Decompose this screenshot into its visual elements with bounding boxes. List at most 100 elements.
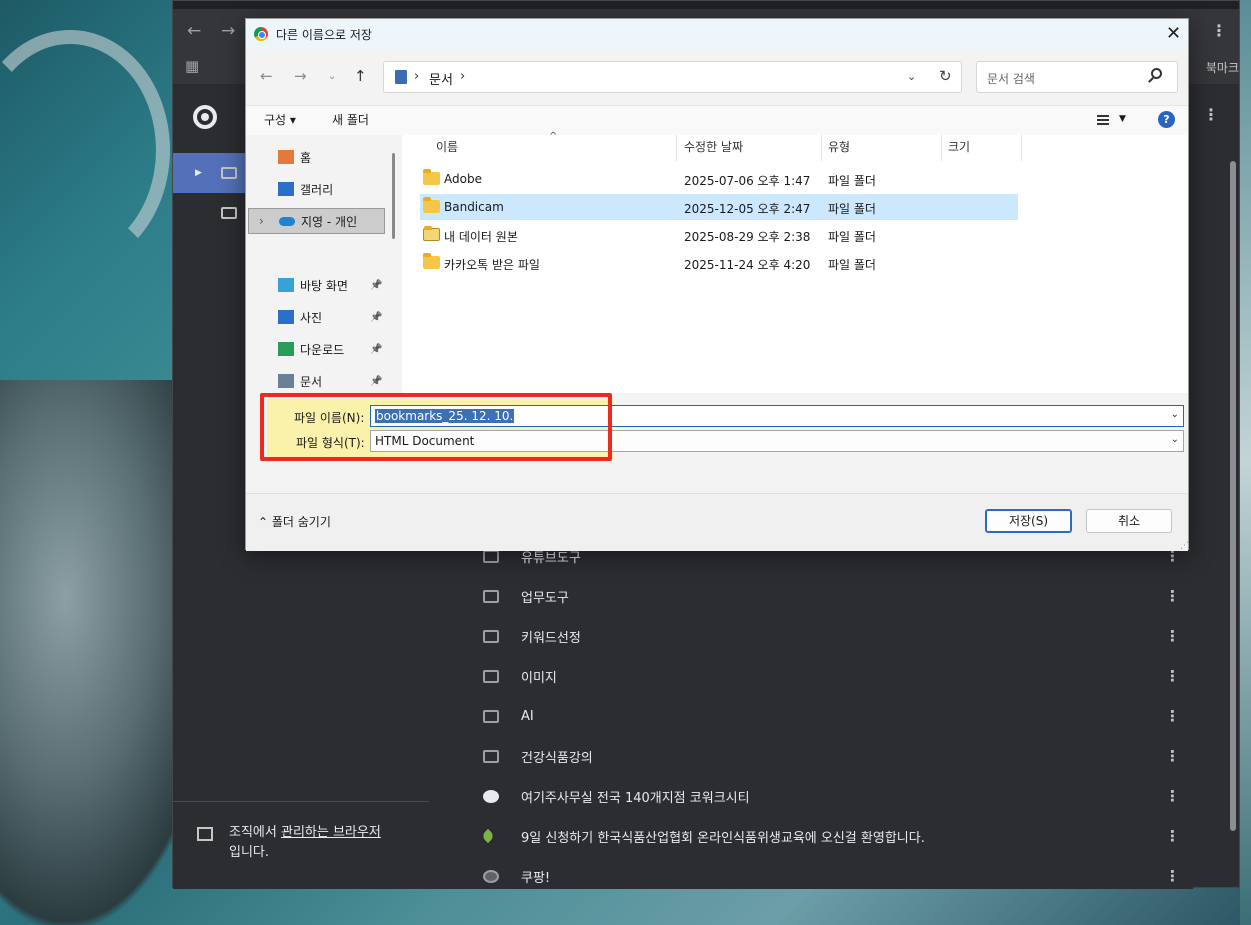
more-actions-icon[interactable]: ⋮ xyxy=(1165,667,1180,685)
bookmark-row[interactable]: 건강식품강의 ⋮ xyxy=(461,736,1193,776)
chrome-menu-icon[interactable]: ⋮ xyxy=(1211,21,1227,40)
bookmark-row[interactable]: AI ⋮ xyxy=(461,696,1193,736)
address-bar[interactable]: › 문서 › ⌄ ↻ xyxy=(383,61,962,93)
search-icon[interactable] xyxy=(1151,68,1162,79)
filename-dropdown-icon[interactable]: ⌄ xyxy=(1171,409,1179,420)
hide-folders-toggle[interactable]: ⌃ 폴더 숨기기 xyxy=(258,513,331,530)
nav-item[interactable]: › 지영 - 개인 xyxy=(248,208,385,234)
org-text-prefix: 조직에서 xyxy=(229,825,281,840)
help-icon[interactable]: ? xyxy=(1158,111,1175,128)
file-type: 파일 폴더 xyxy=(828,202,876,216)
up-arrow-icon[interactable]: ↑ xyxy=(354,67,367,85)
organize-button[interactable]: 구성 ▾ xyxy=(264,111,296,128)
chrome-app-icon xyxy=(254,27,268,41)
pin-icon[interactable]: 📌 xyxy=(370,312,382,323)
file-type: 파일 폴더 xyxy=(828,174,876,188)
file-row[interactable]: 내 데이터 원본 2025-08-29 오후 2:38 파일 폴더 xyxy=(420,222,1018,248)
recent-locations-icon[interactable]: ⌄ xyxy=(328,71,336,82)
bookmark-row[interactable]: 여기주사무실 전국 140개지점 코워크시티 ⋮ xyxy=(461,776,1193,816)
more-actions-icon[interactable]: ⋮ xyxy=(1165,627,1180,645)
refresh-icon[interactable]: ↻ xyxy=(939,67,952,85)
folder-icon xyxy=(483,669,499,683)
more-actions-icon[interactable]: ⋮ xyxy=(1165,867,1180,885)
address-dropdown-icon[interactable]: ⌄ xyxy=(907,70,916,83)
pin-icon[interactable]: 📌 xyxy=(370,344,382,355)
managed-browser-notice: 조직에서 관리하는 브라우저 입니다. xyxy=(197,823,437,863)
new-folder-button[interactable]: 새 폴더 xyxy=(332,111,369,128)
globe-icon xyxy=(483,869,499,883)
file-type: 파일 폴더 xyxy=(828,230,876,244)
back-icon[interactable]: ← xyxy=(187,21,201,41)
file-row[interactable]: 카카오톡 받은 파일 2025-11-24 오후 4:20 파일 폴더 xyxy=(420,250,1018,276)
save-button[interactable]: 저장(S) xyxy=(985,509,1072,533)
file-name: 내 데이터 원본 xyxy=(444,230,518,244)
pin-icon[interactable]: 📌 xyxy=(370,376,382,387)
column-divider[interactable] xyxy=(676,135,677,161)
bookmarks-bar-label[interactable]: 북마크 xyxy=(1206,59,1239,76)
nav-item[interactable]: 다운로드 📌 xyxy=(278,336,396,362)
breadcrumb-separator-icon[interactable]: › xyxy=(414,69,419,84)
manager-menu-icon[interactable]: ⋮ xyxy=(1203,105,1219,124)
back-arrow-icon[interactable]: ← xyxy=(260,67,273,85)
bookmark-row[interactable]: 업무도구 ⋮ xyxy=(461,576,1193,616)
gallery-icon xyxy=(278,182,294,196)
view-options-icon[interactable] xyxy=(1097,115,1109,125)
file-row[interactable]: Adobe 2025-07-06 오후 1:47 파일 폴더 xyxy=(420,166,1018,192)
bookmark-row[interactable]: 키워드선정 ⋮ xyxy=(461,616,1193,656)
more-actions-icon[interactable]: ⋮ xyxy=(1165,587,1180,605)
onedrive-icon xyxy=(279,216,295,226)
annotation-red-box xyxy=(260,393,612,461)
nav-item[interactable]: 갤러리 xyxy=(278,176,396,202)
view-dropdown-icon[interactable]: ▼ xyxy=(1119,114,1126,124)
download-icon xyxy=(278,342,294,356)
more-actions-icon[interactable]: ⋮ xyxy=(1165,787,1180,805)
column-header-name[interactable]: 이름 xyxy=(436,138,458,155)
managed-browser-link[interactable]: 관리하는 브라우저 xyxy=(281,825,381,840)
forward-icon[interactable]: → xyxy=(221,21,235,41)
column-header-modified[interactable]: 수정한 날짜 xyxy=(684,138,743,155)
breadcrumb-documents[interactable]: 문서 xyxy=(429,69,453,88)
home-icon xyxy=(278,150,294,164)
more-actions-icon[interactable]: ⋮ xyxy=(1165,707,1180,725)
file-row[interactable]: Bandicam 2025-12-05 오후 2:47 파일 폴더 xyxy=(420,194,1018,220)
wallpaper-edge xyxy=(1240,0,1251,925)
forward-arrow-icon[interactable]: → xyxy=(294,67,307,85)
chrome-logo-icon xyxy=(193,105,217,129)
apps-grid-icon[interactable]: ▦ xyxy=(185,57,199,75)
bookmark-label: 이미지 xyxy=(521,670,557,686)
file-modified: 2025-12-05 오후 2:47 xyxy=(684,202,811,216)
bookmark-row[interactable]: 9일 신청하기 한국식품산업협회 온라인식품위생교육에 오신걸 환영합니다. ⋮ xyxy=(461,816,1193,856)
expand-arrow-icon[interactable]: › xyxy=(259,214,264,228)
search-input[interactable]: 문서 검색 xyxy=(976,61,1178,93)
nav-item[interactable]: 사진 📌 xyxy=(278,304,396,330)
cancel-button[interactable]: 취소 xyxy=(1086,509,1172,533)
bookmark-row[interactable]: 이미지 ⋮ xyxy=(461,656,1193,696)
bookmark-scrollbar[interactable] xyxy=(1230,161,1236,831)
more-actions-icon[interactable]: ⋮ xyxy=(1165,827,1180,845)
more-actions-icon[interactable]: ⋮ xyxy=(1165,747,1180,765)
command-bar xyxy=(246,105,1188,135)
nav-scrollbar[interactable] xyxy=(392,153,395,239)
nav-item[interactable]: 홈 xyxy=(278,144,396,170)
expand-arrow-icon[interactable]: ▶ xyxy=(195,168,202,178)
close-icon[interactable]: ✕ xyxy=(1166,23,1181,44)
column-header-type[interactable]: 유형 xyxy=(828,138,850,155)
nav-item-label: 문서 xyxy=(300,374,323,389)
column-header-size[interactable]: 크기 xyxy=(948,138,970,155)
breadcrumb-separator-icon[interactable]: › xyxy=(460,69,465,84)
resize-grip-icon[interactable]: ⋰ xyxy=(1180,541,1189,551)
folder-icon xyxy=(483,629,499,643)
bookmark-row[interactable]: 쿠팡! ⋮ xyxy=(461,856,1193,896)
folder-icon xyxy=(221,167,237,179)
filetype-dropdown-icon[interactable]: ⌄ xyxy=(1171,434,1179,445)
column-divider[interactable] xyxy=(821,135,822,161)
nav-item-label: 지영 - 개인 xyxy=(301,214,358,229)
pin-icon[interactable]: 📌 xyxy=(370,280,382,291)
site-c-icon xyxy=(483,789,499,803)
column-divider[interactable] xyxy=(941,135,942,161)
folder-icon xyxy=(423,169,440,185)
nav-item[interactable]: 문서 📌 xyxy=(278,368,396,394)
leaf-icon xyxy=(480,828,496,844)
column-divider[interactable] xyxy=(1021,135,1022,161)
nav-item[interactable]: 바탕 화면 📌 xyxy=(278,272,396,298)
